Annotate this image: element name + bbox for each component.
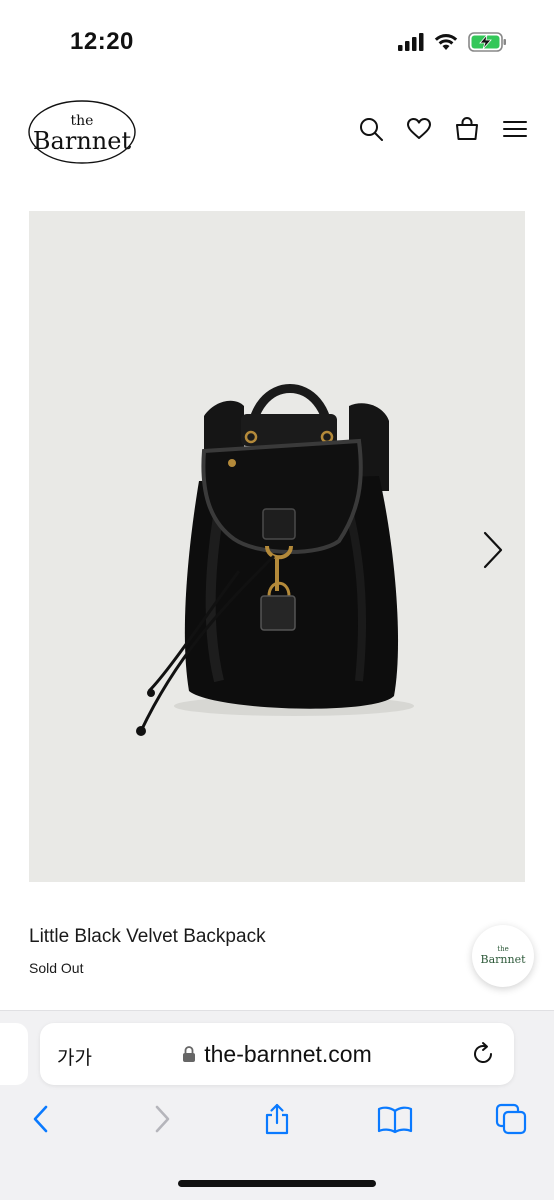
badge-logo-big: Barnnet — [481, 953, 527, 966]
chat-badge[interactable]: the Barnnet — [472, 925, 534, 987]
browser-bottom-bar: the-barnnet.com 가가 — [0, 1010, 554, 1200]
bookmarks-icon[interactable] — [377, 1103, 413, 1135]
menu-icon[interactable] — [502, 116, 528, 142]
back-icon[interactable] — [26, 1103, 58, 1135]
status-bar: 12:20 — [0, 0, 554, 84]
status-time: 12:20 — [70, 28, 134, 55]
product-image[interactable] — [29, 211, 525, 882]
wifi-icon — [434, 34, 458, 50]
tabs-icon[interactable] — [495, 1103, 527, 1135]
forward-icon[interactable] — [145, 1103, 177, 1135]
previous-tab-preview[interactable] — [0, 1023, 28, 1085]
badge-logo-small: the — [497, 945, 508, 953]
site-header: the Barnnet — [0, 84, 554, 194]
chevron-right-icon[interactable] — [477, 529, 507, 571]
product-status: Sold Out — [29, 960, 84, 976]
address-bar[interactable]: the-barnnet.com 가가 — [40, 1023, 514, 1085]
battery-charging-icon — [468, 32, 506, 52]
logo-big-text: Barnnet — [33, 127, 132, 155]
reload-icon[interactable] — [470, 1041, 496, 1067]
home-indicator — [178, 1180, 376, 1187]
signal-icon — [398, 33, 424, 51]
search-icon[interactable] — [358, 116, 384, 142]
text-size-button[interactable]: 가가 — [57, 1043, 92, 1070]
lock-icon — [183, 1046, 196, 1062]
status-icons — [398, 30, 508, 54]
chat-badge-logo: the Barnnet — [481, 945, 527, 966]
url-wrap: the-barnnet.com — [40, 1023, 514, 1085]
product-title[interactable]: Little Black Velvet Backpack — [29, 926, 266, 948]
share-icon[interactable] — [261, 1103, 293, 1135]
url-text[interactable]: the-barnnet.com — [204, 1041, 371, 1068]
site-logo[interactable]: the Barnnet — [27, 99, 137, 165]
browser-toolbar — [0, 1103, 554, 1147]
backpack-image — [136, 384, 414, 736]
heart-icon[interactable] — [406, 116, 432, 142]
header-icons — [358, 116, 528, 142]
bag-icon[interactable] — [454, 116, 480, 142]
